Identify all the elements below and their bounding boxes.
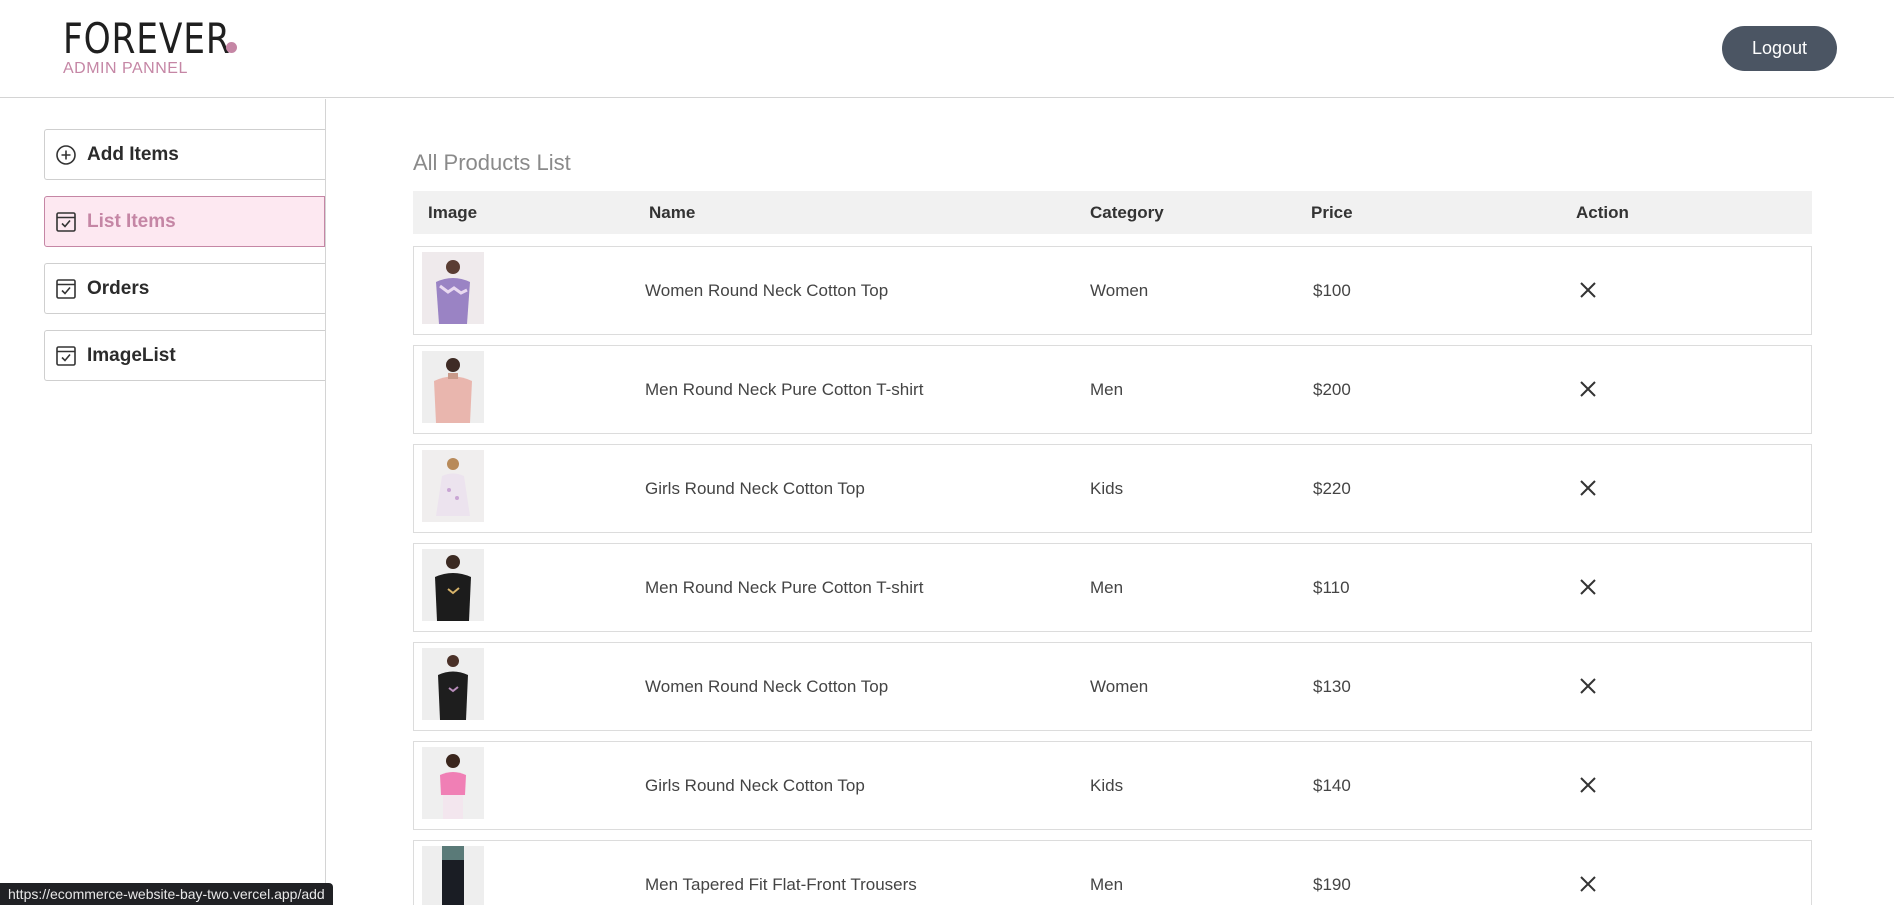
product-name: Girls Round Neck Cotton Top — [645, 776, 865, 795]
product-category: Men — [1090, 578, 1124, 597]
table-header: Image Name Category Price Action — [413, 191, 1812, 234]
product-category: Women — [1090, 281, 1149, 300]
remove-product-icon[interactable] — [1579, 776, 1597, 794]
product-image — [422, 351, 484, 423]
column-header-image: Image — [428, 203, 478, 222]
product-image — [422, 747, 484, 819]
logo-dot — [226, 42, 237, 53]
logo-text: FOREVER — [63, 14, 231, 63]
product-category: Women — [1090, 677, 1149, 696]
sidebar-item-imagelist[interactable]: ImageList — [44, 330, 325, 381]
product-name: Men Round Neck Pure Cotton T-shirt — [645, 578, 924, 597]
product-price: $140 — [1313, 776, 1351, 795]
status-url-bar: https://ecommerce-website-bay-two.vercel… — [0, 883, 333, 905]
product-category: Kids — [1090, 776, 1124, 795]
column-header-name: Name — [649, 203, 696, 222]
remove-product-icon[interactable] — [1579, 677, 1597, 695]
product-price: $220 — [1313, 479, 1351, 498]
sidebar-item-list-items[interactable]: List Items — [44, 196, 325, 247]
checklist-icon — [55, 211, 77, 233]
sidebar-item-label: ImageList — [87, 344, 176, 366]
sidebar-item-label: Orders — [87, 277, 150, 299]
sidebar-item-label: List Items — [87, 210, 176, 232]
product-price: $130 — [1313, 677, 1351, 696]
product-name: Men Tapered Fit Flat-Front Trousers — [645, 875, 917, 894]
product-image — [422, 846, 484, 905]
sidebar-item-label: Add Items — [87, 143, 179, 165]
remove-product-icon[interactable] — [1579, 875, 1597, 893]
product-image — [422, 549, 484, 621]
remove-product-icon[interactable] — [1579, 578, 1597, 596]
sidebar-item-orders[interactable]: Orders — [44, 263, 325, 314]
product-name: Girls Round Neck Cotton Top — [645, 479, 865, 498]
product-name: Men Round Neck Pure Cotton T-shirt — [645, 380, 924, 399]
table-row: Girls Round Neck Cotton Top Kids $140 — [413, 741, 1812, 830]
product-price: $200 — [1313, 380, 1351, 399]
table-row: Women Round Neck Cotton Top Women $100 — [413, 246, 1812, 335]
product-image — [422, 252, 484, 324]
product-name: Women Round Neck Cotton Top — [645, 281, 889, 300]
product-category: Men — [1090, 380, 1124, 399]
table-row: Men Round Neck Pure Cotton T-shirt Men $… — [413, 345, 1812, 434]
column-header-category: Category — [1090, 203, 1164, 222]
column-header-action: Action — [1576, 203, 1629, 222]
add-circle-icon — [55, 144, 77, 166]
product-category: Men — [1090, 875, 1124, 894]
checklist-icon — [55, 278, 77, 300]
page-title: All Products List — [413, 150, 571, 175]
table-row: Men Round Neck Pure Cotton T-shirt Men $… — [413, 543, 1812, 632]
remove-product-icon[interactable] — [1579, 281, 1597, 299]
logout-button[interactable]: Logout — [1722, 26, 1837, 71]
product-image — [422, 450, 484, 522]
product-price: $190 — [1313, 875, 1351, 894]
table-row: Men Tapered Fit Flat-Front Trousers Men … — [413, 840, 1812, 905]
product-category: Kids — [1090, 479, 1124, 498]
product-price: $100 — [1313, 281, 1351, 300]
table-row: Women Round Neck Cotton Top Women $130 — [413, 642, 1812, 731]
remove-product-icon[interactable] — [1579, 380, 1597, 398]
product-name: Women Round Neck Cotton Top — [645, 677, 889, 696]
product-image — [422, 648, 484, 720]
table-row: Girls Round Neck Cotton Top Kids $220 — [413, 444, 1812, 533]
logo[interactable]: FOREVER ADMIN PANNEL — [63, 16, 267, 78]
remove-product-icon[interactable] — [1579, 479, 1597, 497]
sidebar: Add Items List Items Orders ImageList — [0, 99, 326, 905]
product-price: $110 — [1313, 578, 1350, 597]
checklist-icon — [55, 345, 77, 367]
sidebar-item-add-items[interactable]: Add Items — [44, 129, 325, 180]
column-header-price: Price — [1311, 203, 1353, 222]
top-header: FOREVER ADMIN PANNEL Logout — [0, 0, 1894, 98]
